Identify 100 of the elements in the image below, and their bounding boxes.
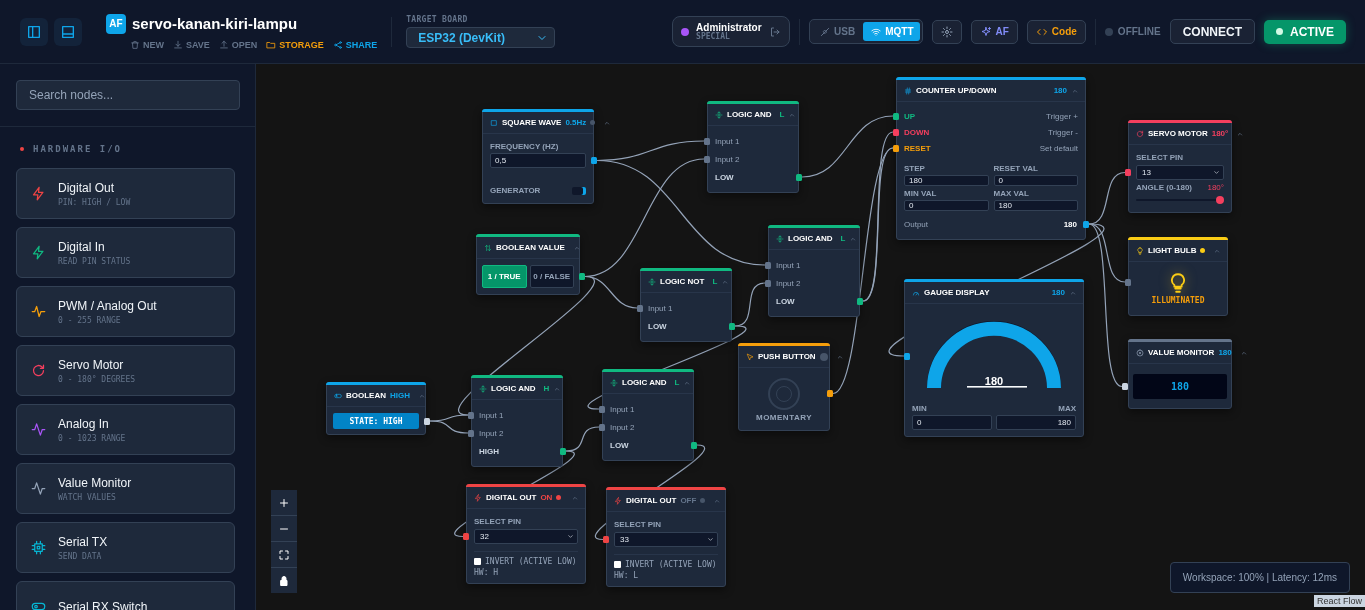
node-card[interactable]: BOOLEAN HIGH STATE: HIGH: [326, 382, 426, 435]
connection-handle[interactable]: [893, 128, 899, 136]
connection-handle[interactable]: [468, 429, 474, 437]
board-select[interactable]: ESP32 (DevKit): [406, 27, 556, 48]
active-button[interactable]: ACTIVE: [1264, 19, 1346, 44]
share-button[interactable]: SHARE: [332, 39, 378, 50]
connection-handle[interactable]: [765, 261, 771, 269]
lightning-icon: [614, 496, 622, 505]
node-card[interactable]: COUNTER UP/DOWN 180 UP Trigger + DOWN Trigger - RESET Set default STEP 180 RESET VAL 0 MIN VAL 0 MAX VAL 180 Output 180: [896, 77, 1086, 240]
node-card[interactable]: LOGIC AND L Input 1 Input 2 LOW: [768, 225, 860, 317]
attribution-link[interactable]: React Flow: [1314, 595, 1365, 607]
number-field[interactable]: 0: [904, 200, 989, 211]
connection-handle[interactable]: [591, 157, 597, 164]
output-value: HIGH: [479, 446, 499, 456]
new-button[interactable]: NEW: [130, 39, 164, 50]
node-palette-item[interactable]: PWM / Analog Out 0 - 255 RANGE: [16, 286, 235, 337]
number-field[interactable]: 180: [993, 200, 1078, 211]
search-field[interactable]: Search nodes...: [16, 80, 240, 110]
value-option-button[interactable]: 1 / TRUE: [482, 265, 527, 288]
connection-handle[interactable]: [1083, 220, 1089, 228]
connection-handle[interactable]: [599, 423, 605, 431]
state-button[interactable]: STATE: HIGH: [333, 413, 419, 429]
item-title: PWM / Analog Out: [58, 298, 157, 313]
connection-handle[interactable]: [463, 533, 469, 540]
open-button[interactable]: OPEN: [218, 39, 258, 50]
max-field[interactable]: 180: [996, 415, 1076, 430]
connection-handle[interactable]: [603, 536, 609, 543]
frequency-field[interactable]: 0,5: [490, 153, 586, 168]
connection-handle[interactable]: [704, 137, 710, 145]
checkbox[interactable]: [614, 561, 621, 568]
node-palette-item[interactable]: Serial RX Switch: [16, 581, 235, 610]
connection-handle[interactable]: [765, 279, 771, 287]
logout-button[interactable]: [769, 25, 782, 38]
logic-gate-icon: [715, 110, 723, 119]
node-title: LOGIC NOT: [660, 277, 705, 286]
value-option-button[interactable]: 0 / FALSE: [529, 265, 574, 288]
number-field[interactable]: 180: [904, 175, 989, 186]
node-card[interactable]: LOGIC AND L Input 1 Input 2 LOW: [707, 101, 799, 193]
node-palette-item[interactable]: Servo Motor 0 - 180° DEGREES: [16, 345, 235, 396]
generator-toggle[interactable]: [572, 186, 586, 195]
node-card[interactable]: LOGIC AND L Input 1 Input 2 LOW: [602, 369, 694, 461]
connection-handle[interactable]: [424, 417, 430, 425]
save-button[interactable]: SAVE: [173, 39, 210, 50]
node-card[interactable]: GAUGE DISPLAY 180 180 MIN MAX 0 180: [904, 279, 1084, 437]
value-display: 180: [1133, 374, 1227, 399]
connect-button[interactable]: CONNECT: [1169, 19, 1255, 44]
node-status-text: L: [840, 234, 846, 243]
node-status-text: 180°: [1211, 129, 1229, 138]
min-field[interactable]: 0: [912, 415, 992, 430]
number-field[interactable]: 0: [993, 175, 1078, 186]
node-status-text: L: [712, 277, 718, 286]
zoom-in-button[interactable]: [271, 490, 297, 515]
zoom-out-button[interactable]: [271, 516, 297, 541]
code-button[interactable]: Code: [1026, 19, 1086, 44]
output-value: LOW: [715, 172, 734, 182]
pin-select[interactable]: 32: [474, 529, 578, 544]
connection-handle[interactable]: [827, 390, 833, 397]
node-palette-item[interactable]: Value Monitor WATCH VALUES: [16, 463, 235, 514]
node-card[interactable]: DIGITAL OUT ON SELECT PIN 32 INVERT (ACTIVE LOW) HW: H: [466, 484, 586, 584]
connection-handle[interactable]: [1125, 169, 1131, 176]
port-label: RESET: [904, 143, 931, 153]
node-card[interactable]: LOGIC NOT L Input 1 LOW: [640, 268, 732, 342]
connection-handle[interactable]: [904, 352, 910, 360]
hardware-state: HW: H: [474, 568, 499, 577]
item-subtitle: PIN: HIGH / LOW: [58, 197, 131, 207]
connection-handle[interactable]: [893, 112, 899, 120]
slider-thumb[interactable]: [1216, 196, 1224, 204]
lock-button[interactable]: [271, 568, 297, 593]
connection-handle[interactable]: [796, 173, 802, 181]
connection-handle[interactable]: [857, 297, 863, 305]
connection-handle[interactable]: [1122, 383, 1128, 390]
connection-handle[interactable]: [1125, 278, 1131, 286]
checkbox[interactable]: [474, 558, 481, 565]
connection-handle[interactable]: [560, 447, 566, 455]
sparkle-icon: [979, 25, 992, 38]
node-palette-item[interactable]: Digital Out PIN: HIGH / LOW: [16, 168, 235, 219]
bottom-panel-toggle-button[interactable]: [54, 17, 82, 46]
node-card[interactable]: LOGIC AND H Input 1 Input 2 HIGH: [471, 375, 563, 467]
node-card[interactable]: BOOLEAN VALUE 1 / TRUE 0 / FALSE: [476, 234, 580, 295]
storage-button[interactable]: STORAGE: [266, 39, 324, 50]
connection-handle[interactable]: [599, 405, 605, 413]
connection-handle[interactable]: [704, 155, 710, 163]
node-card[interactable]: LIGHT BULB ILLUMINATED: [1128, 237, 1228, 316]
connection-handle[interactable]: [893, 144, 899, 152]
ai-button[interactable]: AF: [970, 19, 1018, 44]
node-palette-item[interactable]: Analog In 0 - 1023 RANGE: [16, 404, 235, 455]
connection-handle[interactable]: [637, 304, 643, 312]
node-status-text: 180: [1051, 288, 1065, 297]
node-palette-item[interactable]: Serial TX SEND DATA: [16, 522, 235, 573]
connection-handle[interactable]: [729, 322, 735, 330]
node-palette-item[interactable]: Digital In READ PIN STATUS: [16, 227, 235, 278]
pin-select[interactable]: 33: [614, 532, 718, 547]
node-card[interactable]: DIGITAL OUT OFF SELECT PIN 33 INVERT (ACTIVE LOW) HW: L: [606, 487, 726, 587]
connection-handle[interactable]: [691, 441, 697, 449]
connection-handle[interactable]: [579, 273, 585, 280]
fit-view-button[interactable]: [271, 542, 297, 567]
connection-handle[interactable]: [468, 411, 474, 419]
sidebar-toggle-button[interactable]: [20, 17, 48, 46]
pin-select[interactable]: 13: [1136, 165, 1224, 180]
settings-button[interactable]: [931, 19, 962, 44]
